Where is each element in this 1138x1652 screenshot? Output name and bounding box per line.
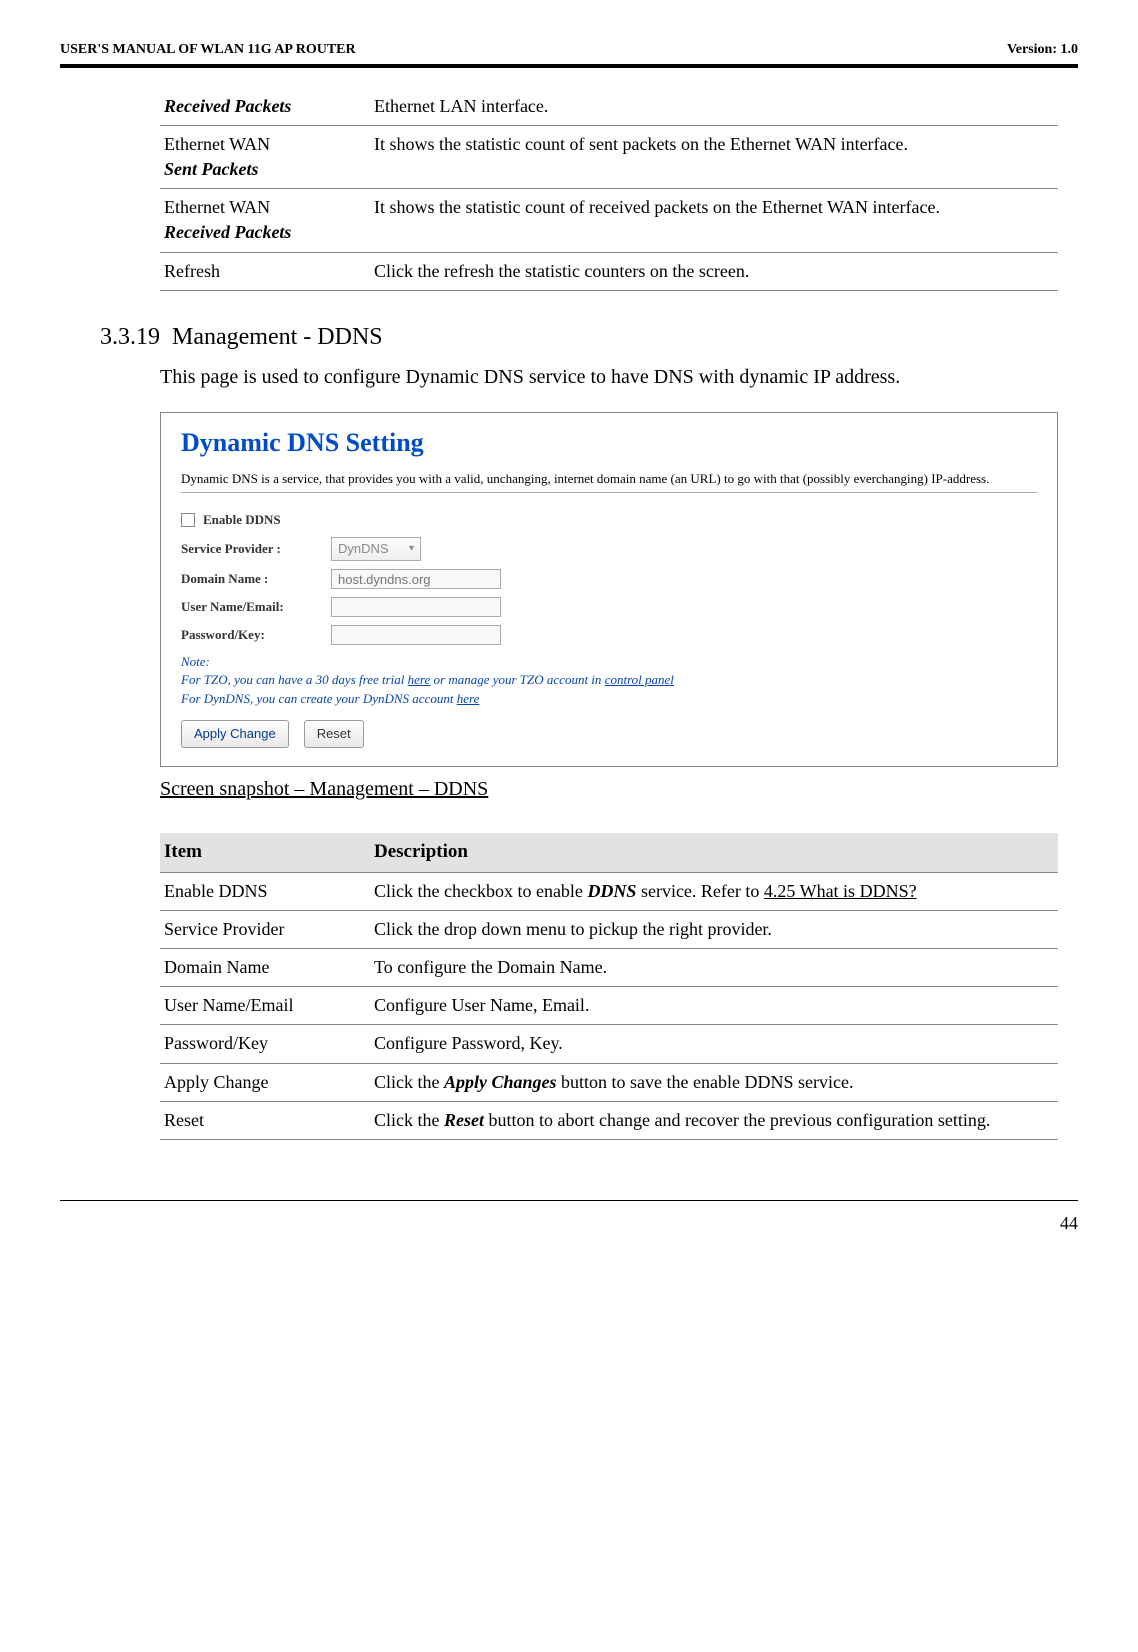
dyndns-here-link[interactable]: here (457, 691, 480, 706)
item-cell: Domain Name (160, 948, 370, 986)
desc-text: Click the checkbox to enable (374, 881, 587, 901)
table-row: Password/Key Configure Password, Key. (160, 1025, 1058, 1063)
enable-ddns-checkbox[interactable] (181, 513, 195, 527)
desc-cell: Click the drop down menu to pickup the r… (370, 910, 1058, 948)
label-sub: Received Packets (164, 222, 291, 242)
header-right: Version: 1.0 (1007, 40, 1078, 60)
service-provider-label: Service Provider : (181, 540, 331, 558)
section-heading: 3.3.19 Management - DDNS (100, 321, 1078, 355)
note-text: For DynDNS, you can create your DynDNS a… (181, 691, 457, 706)
desc-text: Click the (374, 1072, 444, 1092)
desc-cell: To configure the Domain Name. (370, 948, 1058, 986)
page-number: 44 (60, 1211, 1078, 1236)
table-row: Enable DDNS Click the checkbox to enable… (160, 872, 1058, 910)
password-input[interactable] (331, 625, 501, 645)
enable-ddns-label: Enable DDNS (203, 511, 281, 529)
domain-name-input[interactable] (331, 569, 501, 589)
table-row: Domain Name To configure the Domain Name… (160, 948, 1058, 986)
stats-row-label: Ethernet WAN Sent Packets (160, 125, 370, 188)
chevron-down-icon: ▾ (409, 542, 414, 556)
item-cell: Apply Change (160, 1063, 370, 1101)
desc-text: button to abort change and recover the p… (484, 1110, 990, 1130)
item-cell: User Name/Email (160, 987, 370, 1025)
stats-row-desc: Click the refresh the statistic counters… (370, 252, 1058, 290)
page-header: USER'S MANUAL OF WLAN 11G AP ROUTER Vers… (60, 40, 1078, 60)
stats-row-desc: It shows the statistic count of received… (370, 189, 1058, 252)
password-label: Password/Key: (181, 626, 331, 644)
desc-cell: Configure User Name, Email. (370, 987, 1058, 1025)
apply-change-button[interactable]: Apply Change (181, 720, 289, 748)
desc-cell: Click the Apply Changes button to save t… (370, 1063, 1058, 1101)
desc-bold: Reset (444, 1110, 484, 1130)
domain-name-label: Domain Name : (181, 570, 331, 588)
label-text: Ethernet WAN (164, 197, 270, 217)
user-name-label: User Name/Email: (181, 598, 331, 616)
ddns-screenshot: Dynamic DNS Setting Dynamic DNS is a ser… (160, 412, 1058, 767)
desc-header-description: Description (370, 833, 1058, 872)
stats-table: Received Packets Ethernet LAN interface.… (160, 88, 1058, 291)
item-cell: Enable DDNS (160, 872, 370, 910)
section-number: 3.3.19 (100, 324, 160, 350)
user-name-row: User Name/Email: (181, 597, 1037, 617)
table-row: Apply Change Click the Apply Changes but… (160, 1063, 1058, 1101)
section-body: This page is used to configure Dynamic D… (160, 362, 1038, 392)
note-text: or manage your TZO account in (430, 672, 604, 687)
tzo-trial-link[interactable]: here (408, 672, 431, 687)
what-is-ddns-link[interactable]: 4.25 What is DDNS? (764, 881, 917, 901)
stats-row-label: Received Packets (160, 88, 370, 126)
description-table: Item Description Enable DDNS Click the c… (160, 833, 1058, 1140)
select-value: DynDNS (338, 540, 389, 558)
stats-row-desc: Ethernet LAN interface. (370, 88, 1058, 126)
user-name-input[interactable] (331, 597, 501, 617)
stats-row-label: Ethernet WAN Received Packets (160, 189, 370, 252)
note-head: Note: (181, 654, 210, 669)
note-block: Note: For TZO, you can have a 30 days fr… (181, 653, 1037, 708)
screenshot-caption: Screen snapshot – Management – DDNS (160, 775, 1058, 803)
button-row: Apply Change Reset (181, 720, 1037, 748)
header-rule (60, 64, 1078, 68)
desc-text: button to save the enable DDNS service. (557, 1072, 854, 1092)
item-cell: Reset (160, 1101, 370, 1139)
screenshot-description: Dynamic DNS is a service, that provides … (181, 470, 1037, 493)
service-provider-row: Service Provider : DynDNS ▾ (181, 537, 1037, 561)
desc-cell: Configure Password, Key. (370, 1025, 1058, 1063)
header-left: USER'S MANUAL OF WLAN 11G AP ROUTER (60, 40, 356, 60)
tzo-control-panel-link[interactable]: control panel (605, 672, 674, 687)
label-text: Received Packets (164, 96, 291, 116)
label-text: Ethernet WAN (164, 134, 270, 154)
service-provider-select[interactable]: DynDNS ▾ (331, 537, 421, 561)
label-sub: Sent Packets (164, 159, 259, 179)
desc-cell: Click the checkbox to enable DDNS servic… (370, 872, 1058, 910)
desc-bold: DDNS (587, 881, 636, 901)
note-text: For TZO, you can have a 30 days free tri… (181, 672, 408, 687)
stats-row-desc: It shows the statistic count of sent pac… (370, 125, 1058, 188)
enable-ddns-row: Enable DDNS (181, 511, 1037, 529)
reset-button[interactable]: Reset (304, 720, 364, 748)
desc-text: Click the (374, 1110, 444, 1130)
domain-name-row: Domain Name : (181, 569, 1037, 589)
desc-text: service. Refer to (636, 881, 763, 901)
stats-row-label: Refresh (160, 252, 370, 290)
section-title: Management - DDNS (172, 324, 383, 350)
footer-rule (60, 1200, 1078, 1201)
item-cell: Password/Key (160, 1025, 370, 1063)
item-cell: Service Provider (160, 910, 370, 948)
desc-header-item: Item (160, 833, 370, 872)
desc-bold: Apply Changes (444, 1072, 557, 1092)
screenshot-title: Dynamic DNS Setting (181, 425, 1037, 461)
table-row: User Name/Email Configure User Name, Ema… (160, 987, 1058, 1025)
desc-cell: Click the Reset button to abort change a… (370, 1101, 1058, 1139)
password-row: Password/Key: (181, 625, 1037, 645)
table-row: Service Provider Click the drop down men… (160, 910, 1058, 948)
table-row: Reset Click the Reset button to abort ch… (160, 1101, 1058, 1139)
